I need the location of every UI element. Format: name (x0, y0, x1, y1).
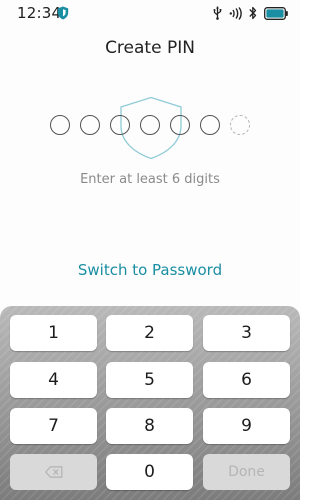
key-4[interactable]: 4 (10, 362, 97, 398)
backspace-icon (44, 466, 62, 478)
pin-dot (50, 115, 70, 135)
usb-icon (213, 6, 222, 20)
switch-to-password-link[interactable]: Switch to Password (0, 261, 300, 279)
key-2[interactable]: 2 (106, 315, 193, 351)
key-9[interactable]: 9 (203, 408, 290, 444)
pin-dot (110, 115, 130, 135)
page-title: Create PIN (105, 38, 195, 58)
key-1[interactable]: 1 (10, 315, 97, 351)
bluetooth-icon (249, 6, 257, 20)
pin-dot (140, 115, 160, 135)
backspace-key[interactable] (10, 454, 97, 490)
pin-dot (80, 115, 100, 135)
create-pin-screen: 12:34 Create PIN Enter at least 6 digits… (0, 0, 300, 500)
key-5[interactable]: 5 (106, 362, 193, 398)
done-button[interactable]: Done (203, 454, 290, 490)
key-3[interactable]: 3 (203, 315, 290, 351)
status-icons (213, 5, 288, 21)
status-time: 12:34 (17, 4, 62, 22)
key-0[interactable]: 0 (106, 454, 193, 490)
shield-icon (57, 6, 69, 20)
key-7[interactable]: 7 (10, 408, 97, 444)
pin-entry-indicator (0, 115, 300, 137)
battery-icon (264, 6, 288, 20)
status-bar: 12:34 (0, 0, 300, 26)
pin-dot (200, 115, 220, 135)
key-6[interactable]: 6 (203, 362, 290, 398)
numeric-keypad: 1 2 3 4 5 6 7 8 9 0 Done (0, 306, 300, 500)
pin-dot (170, 115, 190, 135)
key-8[interactable]: 8 (106, 408, 193, 444)
nfc-icon (229, 6, 242, 20)
pin-dot-optional (230, 115, 250, 135)
pin-hint-text: Enter at least 6 digits (80, 172, 220, 187)
